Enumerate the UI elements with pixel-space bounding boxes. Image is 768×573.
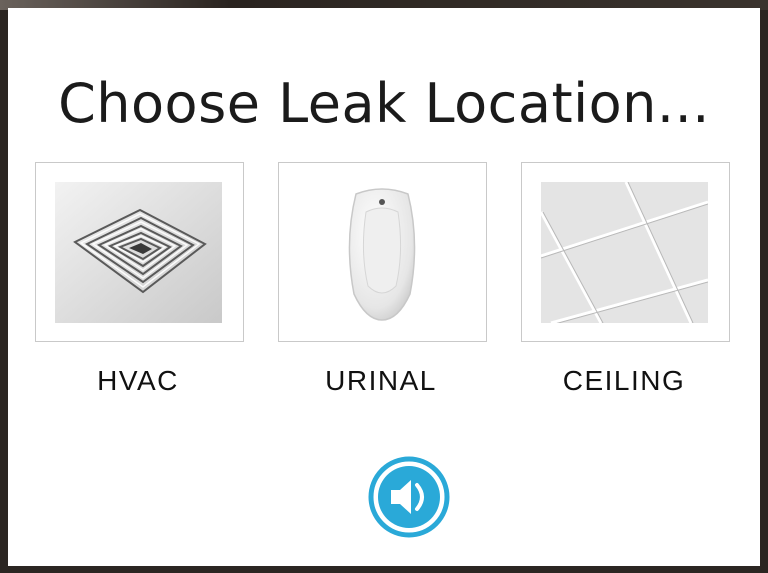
option-ceiling[interactable]	[521, 162, 730, 342]
option-hvac[interactable]	[35, 162, 244, 342]
option-label-urinal[interactable]: URINAL	[271, 364, 491, 398]
page-title: Choose Leak Location...	[58, 72, 710, 135]
ceiling-tiles-image	[541, 182, 708, 323]
hvac-vent-image	[55, 182, 222, 323]
urinal-image	[298, 182, 465, 323]
play-audio-button[interactable]	[367, 455, 451, 539]
option-label-hvac[interactable]: HVAC	[28, 364, 248, 398]
option-urinal[interactable]	[278, 162, 487, 342]
leak-location-screen: Choose Leak Location... HVAC URINAL CEIL…	[8, 8, 760, 566]
option-label-ceiling[interactable]: CEILING	[514, 364, 734, 398]
speaker-icon	[368, 456, 450, 538]
